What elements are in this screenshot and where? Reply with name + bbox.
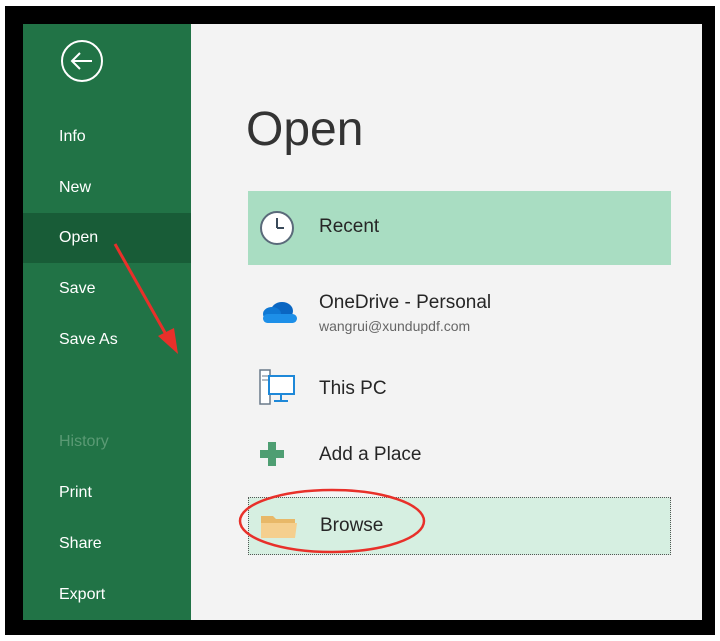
back-arrow-icon xyxy=(61,40,103,82)
location-add-place[interactable]: Add a Place xyxy=(248,430,671,478)
location-browse-label: Browse xyxy=(320,515,384,536)
location-onedrive-account: wangrui@xundupdf.com xyxy=(319,318,471,334)
nav-info[interactable]: Info xyxy=(23,112,191,162)
nav-export[interactable]: Export xyxy=(23,570,191,620)
location-browse[interactable]: Browse xyxy=(248,497,671,555)
nav-save-as[interactable]: Save As xyxy=(23,315,191,365)
backstage-sidebar: Info New Open Save Save As History Print… xyxy=(23,24,191,620)
plus-icon xyxy=(260,442,284,466)
location-recent[interactable]: Recent xyxy=(248,191,671,265)
nav-print-label: Print xyxy=(59,484,92,501)
nav-save-label: Save xyxy=(59,280,96,297)
location-this-pc-label: This PC xyxy=(319,378,387,399)
cloud-icon xyxy=(263,302,297,323)
location-onedrive[interactable]: OneDrive - Personal wangrui@xundupdf.com xyxy=(248,286,671,344)
clock-icon xyxy=(260,211,294,245)
nav-print[interactable]: Print xyxy=(23,468,191,518)
nav-history: History xyxy=(23,417,191,467)
nav-export-label: Export xyxy=(59,586,106,603)
page-title: Open xyxy=(246,103,364,156)
back-button[interactable] xyxy=(59,38,105,84)
folder-icon xyxy=(261,516,297,538)
nav-share-label: Share xyxy=(59,535,102,552)
nav-open-label: Open xyxy=(59,229,99,246)
computer-icon xyxy=(259,369,295,405)
backstage-view: Info New Open Save Save As History Print… xyxy=(23,24,702,620)
nav-info-label: Info xyxy=(59,128,86,145)
location-add-place-label: Add a Place xyxy=(319,444,422,465)
location-recent-label: Recent xyxy=(319,216,380,237)
nav-new[interactable]: New xyxy=(23,163,191,213)
image-frame: Info New Open Save Save As History Print… xyxy=(5,6,715,635)
location-this-pc[interactable]: This PC xyxy=(248,364,671,412)
open-panel: Open Recent OneDrive - Personal wangrui@… xyxy=(191,24,702,620)
location-onedrive-label: OneDrive - Personal xyxy=(319,292,492,313)
nav-history-label: History xyxy=(59,433,109,450)
nav-save-as-label: Save As xyxy=(59,331,118,348)
nav-share[interactable]: Share xyxy=(23,519,191,569)
nav-open[interactable]: Open xyxy=(23,213,191,263)
nav-new-label: New xyxy=(59,179,92,196)
nav-save[interactable]: Save xyxy=(23,264,191,314)
